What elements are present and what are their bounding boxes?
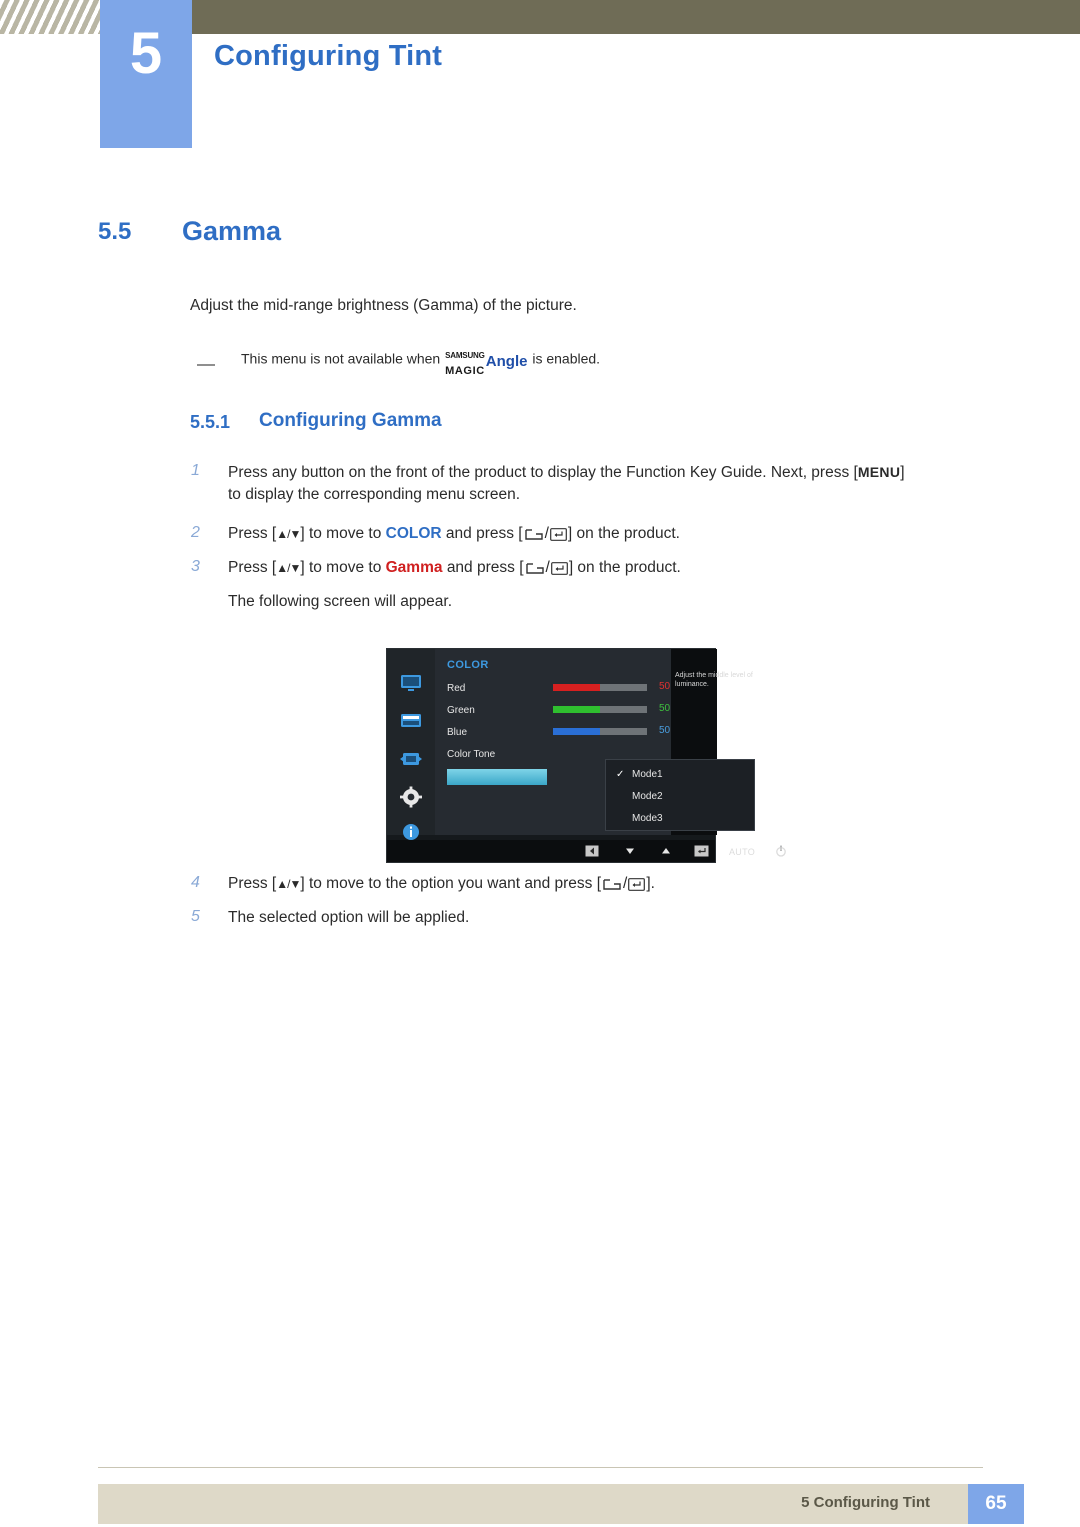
step-body-3-line2: The following screen will appear. (228, 593, 453, 610)
chapter-number-badge: 5 (100, 0, 192, 148)
source-key-icon (524, 528, 544, 541)
step-number-5: 5 (191, 908, 200, 925)
osd-menu-title: COLOR (447, 659, 489, 671)
chapter-title: Configuring Tint (214, 40, 443, 72)
enter-key-icon (628, 878, 646, 891)
settings-gear-icon[interactable] (399, 786, 423, 808)
step-body-3: Press [▲/▼] to move to Gamma and press [… (228, 559, 681, 576)
step3-text-c: and press [ (446, 559, 524, 576)
osd-row-label-red: Red (447, 683, 466, 694)
step4-text-b: ] to move to the option you want and pre… (300, 875, 602, 892)
updown-arrows-icon: ▲/▼ (276, 527, 301, 541)
updown-arrows-icon: ▲/▼ (276, 877, 301, 891)
picture-icon[interactable] (399, 711, 423, 733)
osd-row-label-blue: Blue (447, 727, 468, 738)
osd-slider-green-fill (553, 706, 600, 713)
step-number-3: 3 (191, 558, 200, 575)
osd-main-area: COLOR Red 50 Green 50 Blue 50 Color Tone (435, 649, 755, 835)
osd-slider-red-fill (553, 684, 600, 691)
step1-text-b: ] (900, 464, 905, 481)
step1-menu-key-label: MENU (857, 464, 901, 480)
section-number: 5.5 (98, 218, 132, 245)
check-icon: ✓ (616, 769, 625, 780)
step4-text-d: ]. (646, 875, 655, 892)
step3-text-a: Press [ (228, 559, 277, 576)
osd-screenshot: COLOR Red 50 Green 50 Blue 50 Color Tone (386, 648, 786, 863)
note-bullet-dash (197, 364, 215, 366)
enter-key-icon (550, 528, 567, 541)
footer-divider (98, 1467, 983, 1468)
step-body-5: The selected option will be applied. (228, 909, 470, 926)
note-paragraph: This menu is not available when SAMSUNG M… (241, 344, 601, 377)
step-body-2: Press [▲/▼] to move to COLOR and press [… (228, 525, 680, 542)
step-number-2: 2 (191, 524, 200, 541)
step-body-1: Press any button on the front of the pro… (228, 461, 1018, 506)
osd-value-red: 50 (659, 681, 671, 692)
step2-text-c: and press [ (445, 525, 523, 542)
osd-value-green: 50 (659, 703, 671, 714)
osd-submenu-item-mode3[interactable]: Mode3 (632, 813, 663, 824)
monitor-icon[interactable] (399, 673, 423, 695)
osd-selected-row-gamma[interactable] (447, 769, 547, 785)
subsection-title: Configuring Gamma (259, 410, 442, 431)
step1-text-line2: to display the corresponding menu screen… (228, 486, 521, 503)
source-key-icon (602, 878, 622, 891)
up-arrow-icon[interactable] (659, 845, 673, 857)
enter-key-icon (550, 562, 568, 575)
logo-magic-text: MAGIC (445, 365, 485, 377)
samsung-magic-angle-logo: SAMSUNG MAGICAngle (445, 345, 527, 377)
enter-key-icon[interactable] (694, 845, 709, 857)
screen-adjust-icon[interactable] (399, 749, 423, 771)
osd-submenu-item-mode1[interactable]: Mode1 (632, 769, 663, 780)
logo-angle-text: Angle (485, 352, 528, 370)
osd-auto-button[interactable]: AUTO (729, 847, 755, 857)
osd-sidebar (387, 649, 435, 840)
note-text-before: This menu is not available when (241, 350, 441, 367)
step4-text-a: Press [ (228, 875, 277, 892)
step2-text-b: ] to move to (300, 525, 382, 542)
footer-page-number: 65 (968, 1484, 1024, 1524)
osd-footer-bar: AUTO (387, 840, 786, 862)
osd-row-label-color-tone: Color Tone (447, 749, 496, 760)
step-number-1: 1 (191, 462, 200, 479)
step2-keyword-color: COLOR (385, 525, 442, 542)
step2-text-a: Press [ (228, 525, 277, 542)
osd-slider-green[interactable] (553, 706, 647, 713)
step-number-4: 4 (191, 874, 200, 891)
step3-text-d: ] on the product. (568, 559, 681, 576)
step1-text-a: Press any button on the front of the pro… (228, 464, 858, 481)
step3-keyword-gamma: Gamma (385, 559, 443, 576)
osd-slider-blue[interactable] (553, 728, 647, 735)
logo-samsung-text: SAMSUNG (445, 351, 485, 360)
source-key-icon (525, 562, 545, 575)
down-arrow-icon[interactable] (623, 845, 637, 857)
intro-paragraph: Adjust the mid-range brightness (Gamma) … (190, 297, 577, 314)
osd-row-label-green: Green (447, 705, 475, 716)
note-text-after: is enabled. (532, 350, 601, 367)
step-body-4: Press [▲/▼] to move to the option you wa… (228, 875, 655, 892)
section-title: Gamma (182, 216, 282, 246)
osd-submenu-gamma: ✓ Mode1 Mode2 Mode3 (605, 759, 755, 831)
osd-slider-blue-fill (553, 728, 600, 735)
power-icon[interactable] (775, 845, 787, 857)
osd-help-text: Adjust the middle level of luminance. (675, 672, 753, 688)
updown-arrows-icon: ▲/▼ (276, 561, 301, 575)
left-arrow-icon[interactable] (585, 845, 599, 857)
subsection-number: 5.5.1 (190, 412, 231, 432)
osd-submenu-item-mode2[interactable]: Mode2 (632, 791, 663, 802)
step3-text-b: ] to move to (300, 559, 382, 576)
osd-value-blue: 50 (659, 725, 671, 736)
footer-chapter-text: 5 Configuring Tint (801, 1494, 930, 1511)
step2-text-d: ] on the product. (567, 525, 680, 542)
osd-slider-red[interactable] (553, 684, 647, 691)
header-hatch-pattern (0, 0, 100, 34)
